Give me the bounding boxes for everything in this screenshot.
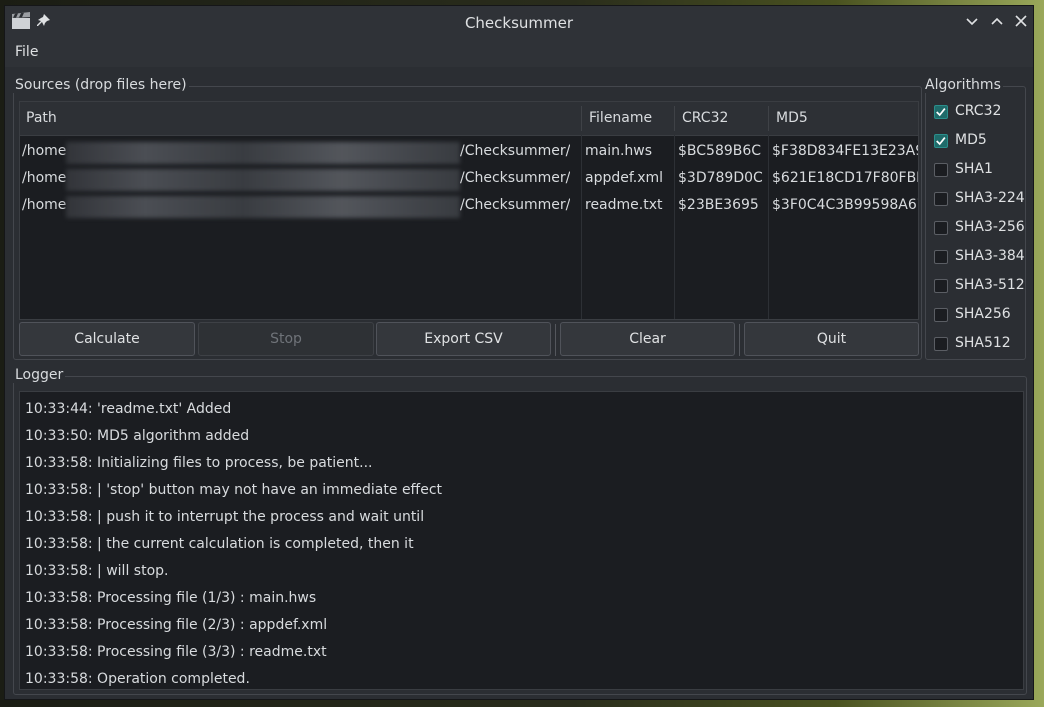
cell-crc32: $BC589B6C: [678, 143, 762, 159]
log-line: 10:33:58: | the current calculation is c…: [25, 536, 414, 552]
cell-path: /Checksummer/: [460, 170, 571, 186]
table-row[interactable]: /home /Checksummer/ main.hws $BC589B6C $…: [20, 139, 918, 166]
cell-path: /Checksummer/: [460, 197, 571, 213]
check-icon: [936, 108, 946, 117]
clear-button[interactable]: Clear: [560, 322, 735, 356]
cell-crc32: $3D789D0C: [678, 170, 763, 186]
close-icon[interactable]: [1014, 14, 1028, 28]
stop-button[interactable]: Stop: [198, 322, 374, 356]
checkbox-label: MD5: [955, 132, 987, 148]
checkbox-label: SHA3-224: [955, 190, 1025, 206]
header-divider: [768, 106, 769, 131]
sources-table[interactable]: Path Filename CRC32 MD5 /home /Checksumm…: [19, 101, 919, 320]
log-line: 10:33:58: Processing file (1/3) : main.h…: [25, 590, 317, 606]
algorithms-label: Algorithms: [923, 77, 1003, 93]
menu-bar: File: [5, 39, 1033, 67]
checkbox-box[interactable]: [934, 337, 948, 351]
menu-file[interactable]: File: [15, 44, 38, 60]
button-separator: [739, 324, 740, 356]
calculate-button[interactable]: Calculate: [19, 322, 195, 356]
sources-label: Sources (drop files here): [13, 77, 189, 93]
cell-md5: $3F0C4C3B99598A67A: [772, 197, 918, 213]
cell-path: /home: [22, 170, 67, 186]
app-window: Checksummer File Sources (drop files her…: [4, 5, 1034, 700]
checkbox-box[interactable]: [934, 308, 948, 322]
cell-filename: readme.txt: [585, 197, 663, 213]
minimize-icon[interactable]: [965, 14, 979, 28]
column-header-path[interactable]: Path: [26, 110, 57, 126]
button-separator: [555, 324, 556, 356]
log-line: 10:33:58: | 'stop' button may not have a…: [25, 482, 442, 498]
title-bar[interactable]: Checksummer: [5, 6, 1033, 39]
table-header: Path Filename CRC32 MD5: [20, 102, 918, 136]
checkbox-label: SHA512: [955, 335, 1011, 351]
checkbox-box[interactable]: [934, 279, 948, 293]
log-line: 10:33:58: | push it to interrupt the pro…: [25, 509, 425, 525]
log-line: 10:33:44: 'readme.txt' Added: [25, 401, 232, 417]
header-divider: [674, 106, 675, 131]
checkbox-box[interactable]: [934, 221, 948, 235]
cell-filename: appdef.xml: [585, 170, 664, 186]
checkbox-label: SHA3-256: [955, 219, 1025, 235]
column-header-crc32[interactable]: CRC32: [682, 110, 728, 126]
logger-output[interactable]: 10:33:44: 'readme.txt' Added 10:33:50: M…: [19, 391, 1024, 690]
checkbox-label: SHA3-512: [955, 277, 1025, 293]
table-row[interactable]: /home /Checksummer/ appdef.xml $3D789D0C…: [20, 166, 918, 193]
checkbox-label: SHA256: [955, 306, 1011, 322]
cell-crc32: $23BE3695: [678, 197, 759, 213]
checkbox-label: SHA3-384: [955, 248, 1025, 264]
log-line: 10:33:58: Processing file (2/3) : appdef…: [25, 617, 328, 633]
cell-path: /Checksummer/: [460, 143, 571, 159]
cell-md5: $621E18CD17F80FBBI: [772, 170, 918, 186]
log-line: 10:33:58: Initializing files to process,…: [25, 455, 373, 471]
cell-filename: main.hws: [585, 143, 653, 159]
blurred-path-segment: [66, 142, 460, 164]
checkbox-label: SHA1: [955, 161, 993, 177]
table-row[interactable]: /home /Checksummer/ readme.txt $23BE3695…: [20, 193, 918, 220]
blurred-path-segment: [66, 169, 460, 191]
window-title: Checksummer: [464, 14, 574, 32]
checkbox-box[interactable]: [934, 163, 948, 177]
checkbox-box[interactable]: [934, 250, 948, 264]
logger-label: Logger: [13, 367, 66, 383]
blurred-path-segment: [66, 196, 460, 218]
maximize-icon[interactable]: [990, 14, 1004, 28]
column-header-md5[interactable]: MD5: [776, 110, 808, 126]
check-icon: [936, 137, 946, 146]
checkbox-box[interactable]: [934, 134, 948, 148]
checkbox-box[interactable]: [934, 192, 948, 206]
checkbox-box[interactable]: [934, 105, 948, 119]
header-divider: [581, 106, 582, 131]
checkbox-label: CRC32: [955, 103, 1002, 119]
log-line: 10:33:58: Processing file (3/3) : readme…: [25, 644, 327, 660]
cell-path: /home: [22, 197, 67, 213]
cell-md5: $F38D834FE13E23A98: [772, 143, 918, 159]
log-line: 10:33:58: Operation completed.: [25, 671, 250, 687]
quit-button[interactable]: Quit: [744, 322, 919, 356]
log-line: 10:33:50: MD5 algorithm added: [25, 428, 250, 444]
column-header-filename[interactable]: Filename: [589, 110, 652, 126]
export-csv-button[interactable]: Export CSV: [376, 322, 551, 356]
cell-path: /home: [22, 143, 67, 159]
log-line: 10:33:58: | will stop.: [25, 563, 169, 579]
